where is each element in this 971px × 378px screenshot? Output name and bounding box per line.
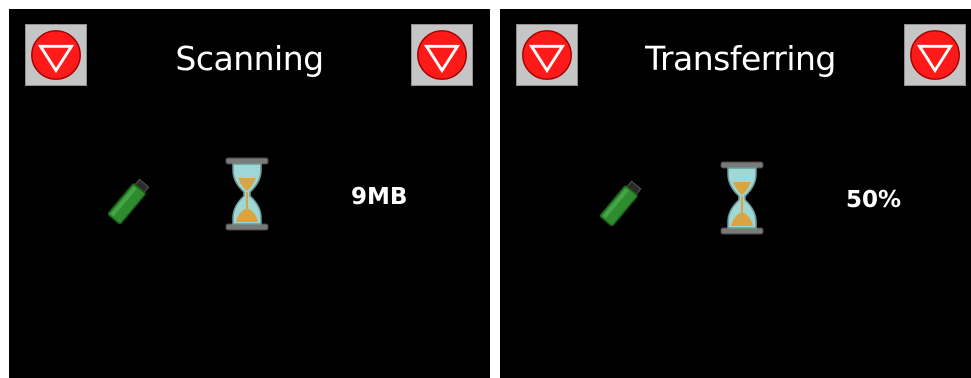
transfer-progress-value: 50% — [846, 187, 902, 213]
usb-drive-icon — [107, 178, 150, 225]
panel-title: Transferring — [645, 39, 836, 78]
stop-icon — [910, 30, 960, 80]
hourglass-icon — [720, 161, 764, 235]
hourglass-icon — [225, 157, 269, 231]
scanning-panel: Scanning 9MB — [9, 9, 490, 378]
transferring-panel: Transferring 50% — [500, 9, 971, 378]
stop-button-right[interactable] — [904, 24, 966, 86]
stop-icon — [417, 30, 467, 80]
usb-drive-icon — [599, 180, 642, 227]
stop-button-right[interactable] — [411, 24, 473, 86]
scan-size-value: 9MB — [351, 184, 408, 210]
